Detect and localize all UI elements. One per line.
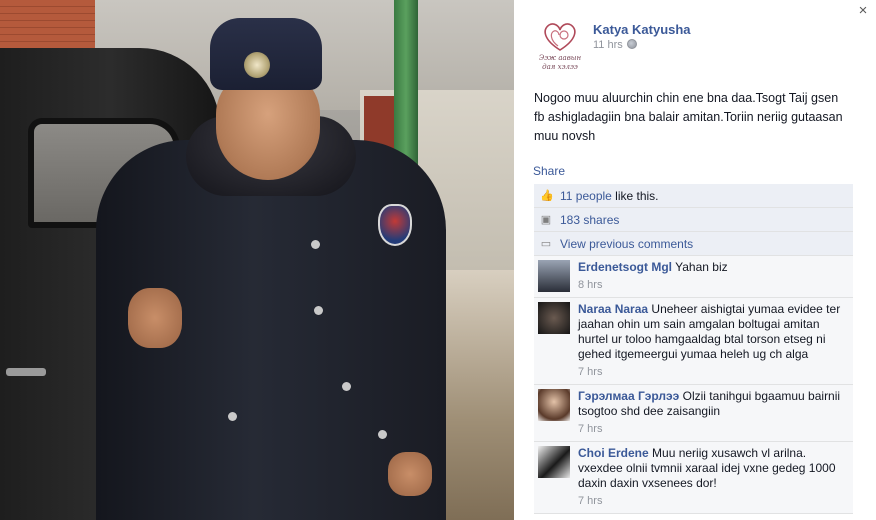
commenter-avatar[interactable] (538, 260, 570, 292)
uniform-button (228, 412, 237, 421)
comment-item: Гэрэлмаа Гэрлээ Olzii tanihgui bgaamuu b… (534, 385, 853, 442)
comment-item: Erdenetsogt Mgl Yahan biz 8 hrs (534, 256, 853, 298)
shoulder-patch (378, 204, 412, 246)
author-avatar[interactable]: Ээж аавын дая хэлээ (534, 18, 586, 74)
brick-wall (0, 0, 95, 48)
post-text: Nogoo muu aluurchin chin ene bna daa.Tso… (534, 91, 843, 143)
car-door-handle (6, 368, 46, 376)
uniform-button (378, 430, 387, 439)
author-name[interactable]: Katya Katyusha (593, 22, 691, 37)
commenter-avatar[interactable] (538, 389, 570, 421)
uniform-button (314, 306, 323, 315)
post-photo[interactable] (0, 0, 514, 520)
commenter-name[interactable]: Гэрэлмаа Гэрлээ (578, 389, 679, 403)
comment-time[interactable]: 7 hrs (578, 365, 847, 380)
commenter-name[interactable]: Erdenetsogt Mgl (578, 260, 672, 274)
commenter-name[interactable]: Choi Erdene (578, 446, 649, 460)
comment-icon: ▭ (540, 238, 552, 250)
ufi-block: 👍 11 people like this. ▣ 183 shares ▭ Vi… (534, 184, 853, 514)
commenter-name[interactable]: Naraa Naraa (578, 302, 648, 316)
globe-icon[interactable] (626, 39, 637, 49)
commenter-avatar[interactable] (538, 302, 570, 334)
comment-text: Yahan biz (675, 260, 728, 274)
officer-hand-left (128, 288, 182, 348)
view-previous-comments-link[interactable]: View previous comments (560, 237, 693, 251)
share-link[interactable]: Share (533, 164, 565, 178)
shares-row: ▣ 183 shares (534, 208, 853, 232)
comment-time[interactable]: 7 hrs (578, 494, 847, 509)
likes-row: 👍 11 people like this. (534, 184, 853, 208)
comment-item: Choi Erdene Muu neriig xusawch vl arilna… (534, 442, 853, 514)
close-icon[interactable]: × (854, 2, 872, 20)
avatar-caption: Ээж аавын дая хэлээ (538, 54, 582, 71)
share-icon: ▣ (540, 214, 552, 226)
post-meta: 11 hrs (593, 39, 637, 51)
likes-link[interactable]: 11 people (560, 189, 612, 203)
uniform-button (311, 240, 320, 249)
post-panel: × Ээж аавын дая хэлээ Katya Katyusha 11 … (514, 0, 876, 520)
officer-hand-right (388, 452, 432, 496)
post-time[interactable]: 11 hrs (593, 39, 623, 51)
officer-hat (210, 18, 322, 90)
hearts-logo-icon (544, 23, 576, 51)
commenter-avatar[interactable] (538, 446, 570, 478)
hat-badge (244, 52, 270, 78)
comment-time[interactable]: 8 hrs (578, 278, 847, 293)
view-previous-row: ▭ View previous comments (534, 232, 853, 256)
comment-time[interactable]: 7 hrs (578, 422, 847, 437)
comment-item: Naraa Naraa Uneheer aishigtai yumaa evid… (534, 298, 853, 385)
uniform-button (342, 382, 351, 391)
likes-suffix: like this. (611, 189, 659, 203)
shares-link[interactable]: 183 shares (560, 213, 619, 227)
thumbs-up-icon: 👍 (540, 190, 554, 202)
